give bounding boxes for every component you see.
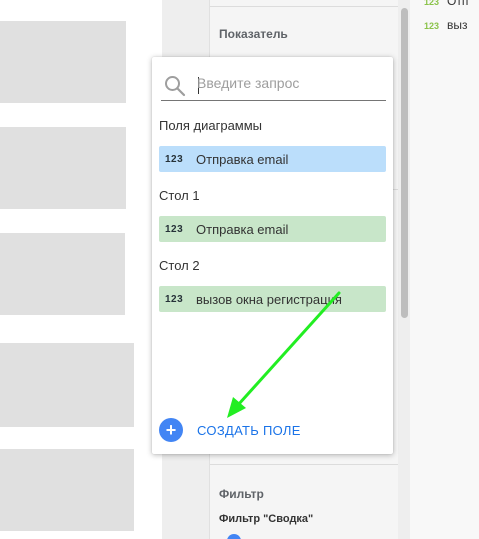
annotation-arrow-icon <box>227 291 341 418</box>
